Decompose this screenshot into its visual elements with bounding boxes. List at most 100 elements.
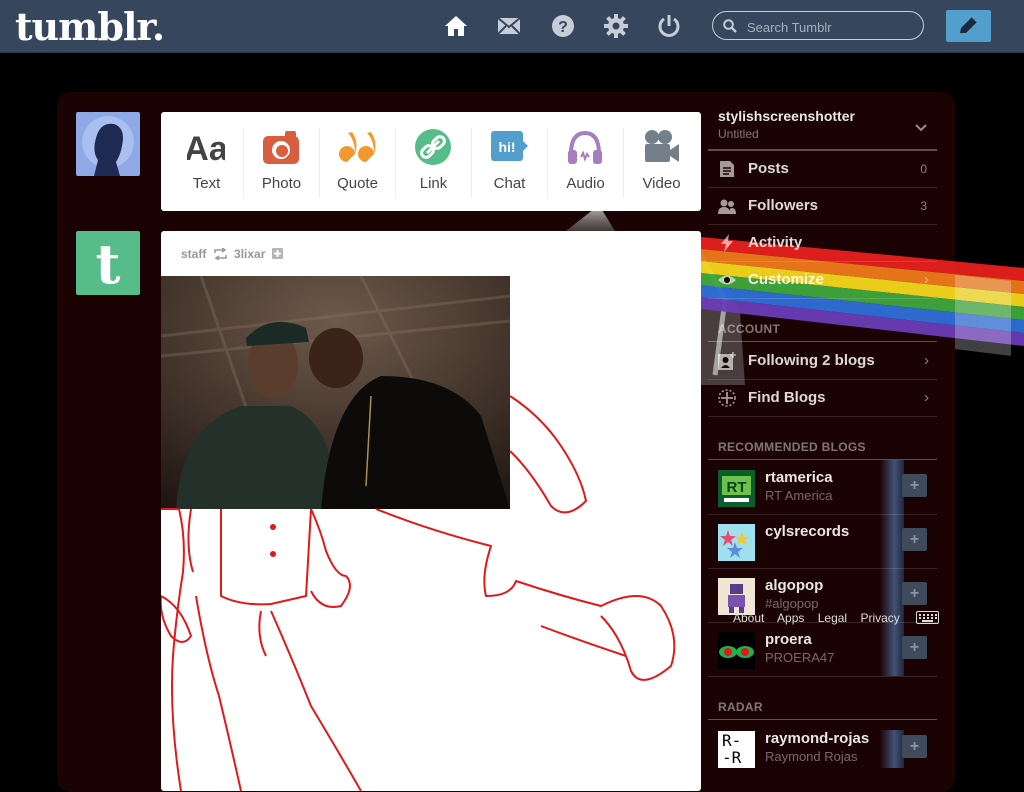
post-type-quote[interactable]: Quote bbox=[320, 112, 395, 211]
compose-button[interactable] bbox=[946, 10, 991, 42]
video-camera-icon bbox=[645, 130, 679, 162]
radar-blog[interactable]: R- -R raymond-rojas Raymond Rojas + bbox=[708, 721, 937, 775]
recommended-blog[interactable]: proera PROERA47 + bbox=[708, 622, 937, 677]
blog-title: RT America bbox=[765, 488, 833, 503]
post-author[interactable]: staff bbox=[181, 247, 206, 261]
follow-button[interactable]: + bbox=[902, 636, 927, 659]
stars-icon bbox=[720, 530, 749, 558]
chevron-down-icon[interactable] bbox=[915, 124, 927, 132]
post-type-link[interactable]: Link bbox=[396, 112, 471, 211]
posts-icon bbox=[720, 161, 734, 177]
staff-avatar[interactable]: t bbox=[76, 231, 140, 295]
lightning-icon bbox=[721, 234, 733, 252]
sidebar-blog-title: Untitled bbox=[718, 127, 759, 141]
post-type-audio[interactable]: Audio bbox=[548, 112, 623, 211]
post-type-video[interactable]: Video bbox=[624, 112, 699, 211]
tumblr-t-icon: t bbox=[96, 232, 121, 295]
sidebar-item-label: Activity bbox=[748, 234, 803, 251]
blog-name[interactable]: rtamerica bbox=[765, 469, 833, 486]
posts-count: 0 bbox=[920, 162, 927, 176]
recommended-blog[interactable]: RT rtamerica RT America + bbox=[708, 460, 937, 515]
follow-button[interactable]: + bbox=[902, 582, 927, 605]
footer-links: About Apps Legal Privacy bbox=[733, 611, 910, 625]
radar-heading: RADAR bbox=[718, 700, 763, 714]
sidebar-item-posts[interactable]: Posts 0 bbox=[708, 151, 937, 188]
blog-name[interactable]: algopop bbox=[765, 577, 823, 594]
post-type-chat[interactable]: hi! Chat bbox=[472, 112, 547, 211]
red-line-drawing bbox=[161, 395, 676, 791]
sidebar-item-label: Posts bbox=[748, 160, 789, 177]
follow-button[interactable]: + bbox=[902, 735, 927, 758]
blog-title: PROERA47 bbox=[765, 650, 835, 665]
camera-icon bbox=[263, 131, 299, 164]
svg-text:hi!: hi! bbox=[498, 139, 515, 155]
gear-icon[interactable] bbox=[604, 14, 628, 38]
search-icon bbox=[723, 19, 737, 33]
post-type-label: Audio bbox=[566, 175, 605, 192]
svg-text:?: ? bbox=[558, 19, 568, 36]
footer-link-apps[interactable]: Apps bbox=[777, 611, 804, 625]
eye-icon bbox=[718, 275, 736, 285]
follow-button[interactable]: + bbox=[902, 474, 927, 497]
post-type-label: Chat bbox=[493, 175, 526, 192]
radar-thumb-text: R- -R bbox=[722, 731, 742, 767]
post-type-text[interactable]: Aa Text bbox=[169, 112, 244, 211]
post-type-bar: Aa Text Photo Quote Link hi! Chat Audio … bbox=[161, 112, 701, 211]
blog-name[interactable]: proera bbox=[765, 631, 812, 648]
sidebar-item-label: Followers bbox=[748, 197, 819, 214]
follow-button[interactable]: + bbox=[902, 528, 927, 551]
tumblr-logo[interactable]: tumblr. bbox=[15, 4, 165, 49]
account-heading: ACCOUNT bbox=[718, 322, 781, 336]
rt-logo-icon: RT bbox=[718, 470, 755, 507]
sidebar-item-find-blogs[interactable]: Find Blogs › bbox=[708, 380, 937, 417]
footer-link-legal[interactable]: Legal bbox=[818, 611, 847, 625]
text-icon: Aa bbox=[187, 130, 225, 166]
robot-icon bbox=[728, 584, 745, 613]
blog-title: #algopop bbox=[765, 596, 819, 611]
blog-name[interactable]: raymond-rojas bbox=[765, 730, 869, 747]
link-icon bbox=[415, 129, 451, 165]
sidebar-item-customize[interactable]: Customize › bbox=[708, 262, 937, 299]
svg-text:RT: RT bbox=[727, 479, 747, 496]
power-icon[interactable] bbox=[657, 14, 681, 38]
plus-icon[interactable] bbox=[271, 248, 283, 260]
followers-icon bbox=[718, 199, 736, 214]
compass-icon bbox=[718, 389, 736, 407]
footer-link-about[interactable]: About bbox=[733, 611, 764, 625]
post-type-photo[interactable]: Photo bbox=[244, 112, 319, 211]
recommended-blog[interactable]: cylsrecords + bbox=[708, 514, 937, 569]
user-avatar[interactable] bbox=[76, 112, 140, 176]
blog-avatar bbox=[718, 632, 755, 669]
sidebar-item-following[interactable]: Following 2 blogs › bbox=[708, 343, 937, 380]
recommended-heading: RECOMMENDED BLOGS bbox=[718, 440, 866, 454]
help-icon[interactable]: ? bbox=[551, 14, 575, 38]
keyboard-icon[interactable] bbox=[916, 611, 939, 624]
search-input[interactable] bbox=[745, 16, 919, 38]
reblog-source[interactable]: 3lixar bbox=[234, 247, 265, 261]
post-type-label: Video bbox=[642, 175, 681, 192]
chevron-right-icon: › bbox=[924, 352, 929, 369]
sidebar-item-followers[interactable]: Followers 3 bbox=[708, 188, 937, 225]
sidebar-blog-name[interactable]: stylishscreenshotter bbox=[718, 108, 855, 124]
user-silhouette-icon bbox=[82, 116, 134, 176]
chat-icon: hi! bbox=[491, 131, 528, 161]
followers-count: 3 bbox=[920, 199, 927, 213]
sidebar-item-label: Following 2 blogs bbox=[748, 352, 875, 369]
blog-avatar bbox=[718, 578, 755, 615]
sidebar-item-label: Customize bbox=[748, 271, 824, 288]
post-type-label: Link bbox=[419, 175, 448, 192]
home-icon[interactable] bbox=[444, 14, 468, 38]
post-type-label: Photo bbox=[261, 175, 302, 192]
post-type-label: Text bbox=[192, 175, 221, 192]
blog-name[interactable]: cylsrecords bbox=[765, 523, 849, 540]
mail-icon[interactable] bbox=[497, 14, 521, 38]
eyes-icon bbox=[719, 646, 754, 658]
svg-text:Aa: Aa bbox=[187, 130, 225, 166]
post-header: staff 3lixar bbox=[181, 246, 283, 261]
sidebar-item-activity[interactable]: Activity bbox=[708, 225, 937, 262]
svg-text:t: t bbox=[96, 232, 121, 295]
search-box[interactable] bbox=[712, 11, 924, 40]
blog-avatar: RT bbox=[718, 470, 755, 507]
reblog-icon bbox=[213, 247, 227, 261]
footer-link-privacy[interactable]: Privacy bbox=[860, 611, 899, 625]
